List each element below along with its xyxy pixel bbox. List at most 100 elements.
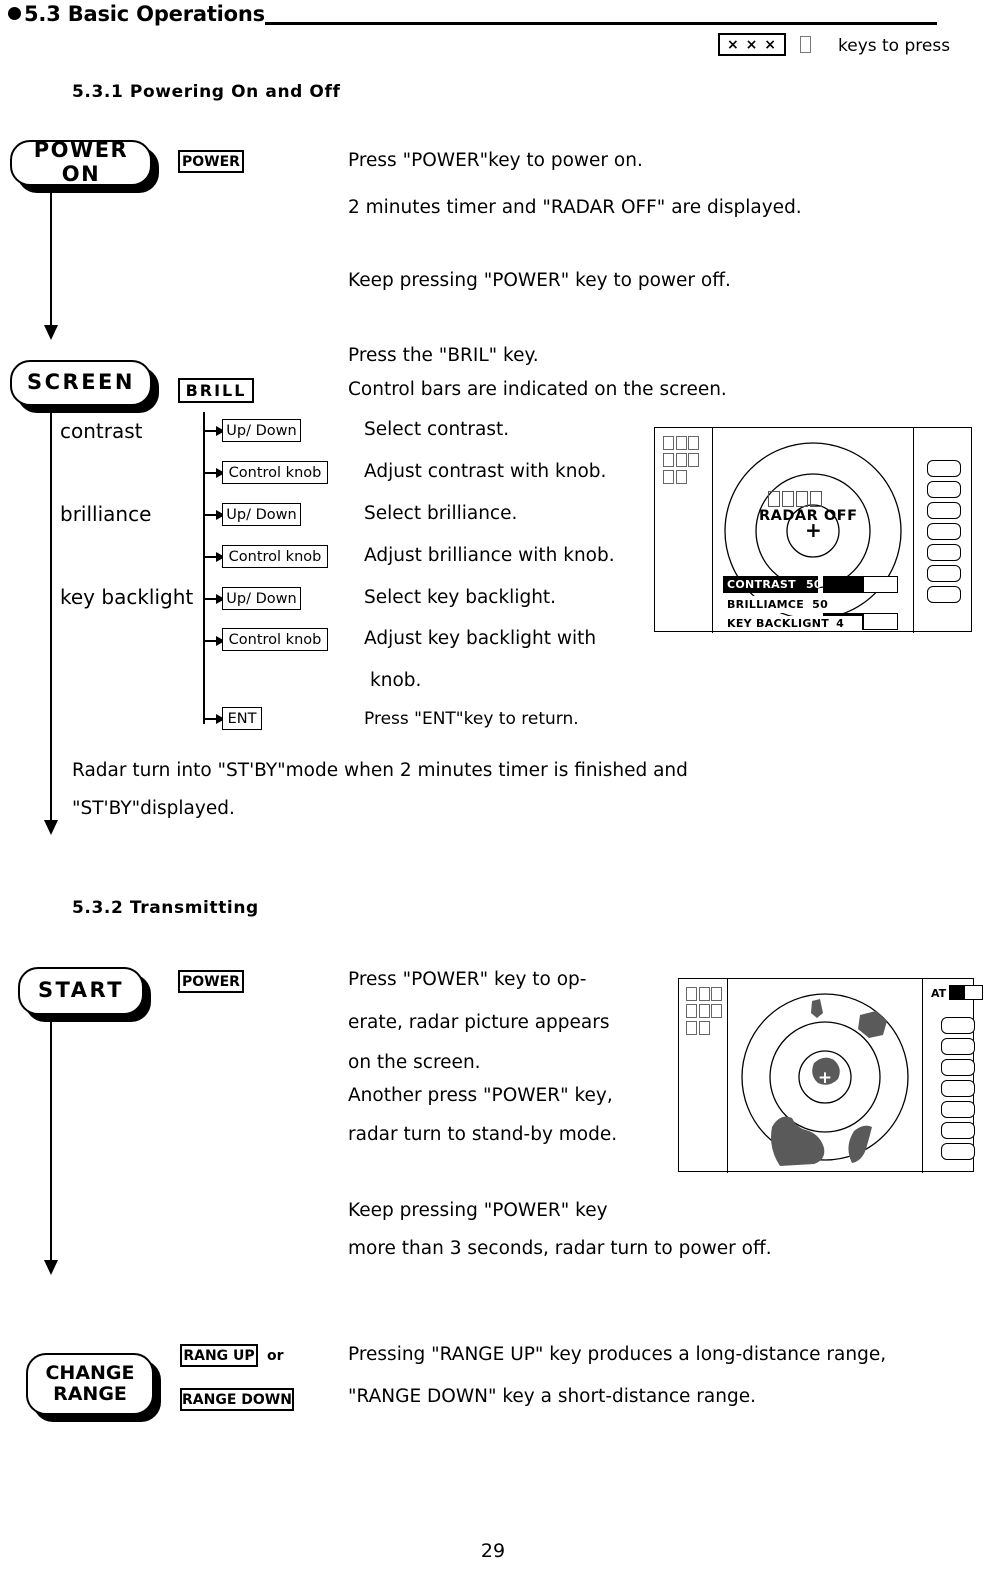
text-bril-1: Press the "BRIL" key. [348, 345, 539, 366]
key-updown-contrast[interactable]: Up/ Down [222, 419, 301, 442]
key-ent[interactable]: ENT [222, 707, 262, 730]
softkey-5[interactable] [927, 544, 961, 561]
flow-node-screen-label: SCREEN [27, 370, 135, 395]
connector-arrow-down-2 [44, 820, 58, 835]
key-control-knob-brilliance-label: Control knob [228, 548, 322, 565]
key-range-up-label: RANG UP [183, 1347, 255, 1364]
key-power-2[interactable]: POWER [178, 970, 244, 993]
softkey-on-4[interactable] [941, 1080, 975, 1097]
softkey-7[interactable] [927, 586, 961, 603]
softkey-on-3[interactable] [941, 1059, 975, 1076]
key-updown-key-backlight[interactable]: Up/ Down [222, 587, 301, 610]
key-updown-brilliance-label: Up/ Down [226, 506, 297, 523]
text-adjust-key-backlight-2: knob. [370, 670, 422, 691]
flow-node-screen[interactable]: SCREEN [10, 360, 152, 406]
key-range-down-label: RANGE DOWN [182, 1391, 292, 1408]
radar-on-mode-label: AT [931, 987, 947, 1000]
radar-off-softkey-column [927, 460, 961, 603]
text-adjust-contrast: Adjust contrast with knob. [364, 461, 607, 482]
text-power-off-1: Keep pressing "POWER" key to power off. [348, 270, 731, 291]
bullet-icon [8, 7, 21, 20]
softkey-on-1[interactable] [941, 1017, 975, 1034]
connector-start-to-change-range [50, 1016, 52, 1266]
text-select-key-backlight: Select key backlight. [364, 587, 557, 608]
connector-arrow-down-1 [44, 325, 58, 340]
key-updown-brilliance[interactable]: Up/ Down [222, 503, 301, 526]
softkey-on-5[interactable] [941, 1101, 975, 1118]
subsection-heading-532: 5.3.2 Transmitting [72, 898, 259, 918]
control-bar-label-key-backlight: KEY BACKLIGNT [727, 616, 830, 630]
text-select-brilliance: Select brilliance. [364, 503, 518, 524]
control-bar-row-contrast: CONTRAST 50 [723, 576, 822, 593]
text-tx-3: on the screen. [348, 1052, 481, 1073]
key-control-knob-brilliance[interactable]: Control knob [222, 545, 328, 568]
text-range-2: "RANGE DOWN" key a short-distance range. [348, 1386, 756, 1407]
softkey-4[interactable] [927, 523, 961, 540]
svg-text:+: + [818, 1068, 832, 1088]
key-updown-contrast-label: Up/ Down [226, 422, 297, 439]
radar-on-illustration: + AT [678, 978, 983, 1173]
radar-on-cjk-label-glyphs [686, 987, 728, 1038]
key-control-knob-contrast-label: Control knob [228, 464, 322, 481]
text-tx-1: Press "POWER" key to op- [348, 969, 587, 990]
flow-node-change-range-line2: RANGE [53, 1383, 127, 1405]
text-tx-7: more than 3 seconds, radar turn to power… [348, 1238, 772, 1259]
label-key-backlight: key backlight [60, 585, 194, 609]
text-range-1: Pressing "RANGE UP" key produces a long-… [348, 1344, 887, 1365]
softkey-6[interactable] [927, 565, 961, 582]
text-select-contrast: Select contrast. [364, 419, 510, 440]
connector-screen-to-stby [50, 406, 52, 830]
key-brill-label: BRILL [185, 381, 247, 400]
connector-power-on-to-screen [50, 188, 52, 328]
radar-on-ppi-picture: + [741, 993, 909, 1166]
text-tx-2: erate, radar picture appears [348, 1012, 610, 1033]
text-tx-6: Keep pressing "POWER" key [348, 1200, 608, 1221]
radar-off-illustration: RADAR OFF + CONTRAST 50 BRILLIAMCE 50 KE… [654, 427, 972, 633]
radar-on-right-divider [922, 979, 924, 1173]
connector-sub-step-spine [203, 412, 205, 724]
flow-node-change-range-line1: CHANGE [45, 1361, 135, 1384]
control-bar-label-brilliance: BRILLIAMCE [727, 598, 805, 611]
control-bar-label-contrast: CONTRAST [727, 578, 796, 591]
text-power-on-1: Press "POWER"key to power on. [348, 150, 643, 171]
key-updown-key-backlight-label: Up/ Down [226, 590, 297, 607]
control-bar-row-brilliance: BRILLIAMCE 50 [723, 596, 828, 613]
key-control-knob-key-backlight-label: Control knob [228, 631, 322, 648]
key-range-up[interactable]: RANG UP [180, 1344, 258, 1367]
text-stby-2: "ST'BY"displayed. [72, 798, 235, 819]
key-brill[interactable]: BRILL [178, 378, 254, 403]
label-brilliance: brilliance [60, 502, 152, 526]
key-ent-label: ENT [227, 710, 257, 727]
section-number: 5.3 [24, 2, 61, 26]
softkey-on-2[interactable] [941, 1038, 975, 1055]
key-control-knob-key-backlight[interactable]: Control knob [222, 628, 328, 651]
subsection-heading-531: 5.3.1 Powering On and Off [72, 82, 341, 102]
radar-on-softkey-column [941, 1017, 975, 1160]
control-bar-value-contrast: 50 [805, 578, 822, 591]
flow-node-start[interactable]: START [18, 967, 144, 1015]
softkey-2[interactable] [927, 481, 961, 498]
radar-on-mode-gauge [949, 985, 983, 1000]
text-adjust-brilliance: Adjust brilliance with knob. [364, 545, 615, 566]
text-power-on-2: 2 minutes timer and "RADAR OFF" are disp… [348, 197, 802, 218]
softkey-on-6[interactable] [941, 1122, 975, 1139]
key-power-2-label: POWER [182, 973, 240, 990]
connector-arrow-down-3 [44, 1260, 58, 1275]
softkey-1[interactable] [927, 460, 961, 477]
page-number: 29 [480, 1540, 506, 1562]
softkey-on-7[interactable] [941, 1143, 975, 1160]
softkey-3[interactable] [927, 502, 961, 519]
radar-on-mode-gauge-fill [950, 986, 966, 999]
text-stby-1: Radar turn into "ST'BY"mode when 2 minut… [72, 760, 688, 781]
flow-node-power-on[interactable]: POWER ON [10, 139, 152, 186]
text-adjust-key-backlight-1: Adjust key backlight with [364, 628, 597, 649]
key-power-1-label: POWER [182, 153, 240, 170]
control-bar-gauge-contrast [823, 576, 898, 593]
key-range-conjunction: or [267, 1348, 284, 1364]
flow-node-change-range[interactable]: CHANGE RANGE [26, 1353, 154, 1415]
key-control-knob-contrast[interactable]: Control knob [222, 461, 328, 484]
key-range-down[interactable]: RANGE DOWN [180, 1388, 294, 1411]
key-power-1[interactable]: POWER [178, 150, 244, 173]
legend-key-sample-text: × × × [727, 36, 777, 53]
page-title: 5.3 Basic Operations [8, 2, 265, 26]
